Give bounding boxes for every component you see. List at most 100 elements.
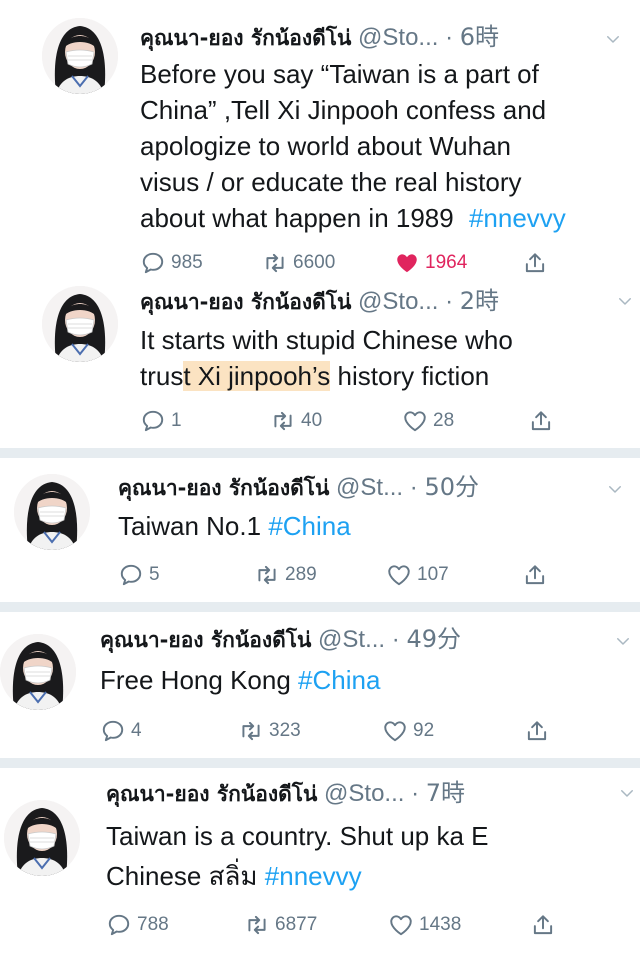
tweet-header: คุณนา-ยอง รักน้องดีโน่ @Sto... · 2時 bbox=[140, 286, 499, 317]
display-name[interactable]: คุณนา-ยอง รักน้องดีโน่ bbox=[118, 476, 329, 500]
reply-button[interactable]: 985 bbox=[140, 248, 203, 278]
avatar[interactable] bbox=[14, 474, 90, 550]
separator-dot: · bbox=[445, 24, 454, 51]
tweet-actions: 5 289 107 bbox=[118, 560, 558, 590]
retweet-icon bbox=[270, 408, 296, 434]
avatar[interactable] bbox=[0, 634, 76, 710]
user-handle[interactable]: @Sto... bbox=[358, 288, 438, 315]
share-icon bbox=[522, 250, 548, 276]
display-name[interactable]: คุณนา-ยอง รักน้องดีโน่ bbox=[140, 290, 351, 314]
user-handle[interactable]: @St... bbox=[318, 626, 385, 653]
hashtag-link[interactable]: #China bbox=[298, 665, 380, 695]
user-handle[interactable]: @Sto... bbox=[358, 24, 438, 51]
tweet[interactable]: คุณนา-ยอง รักน้องดีโน่ @Sto... · 6時 Befo… bbox=[0, 0, 640, 282]
share-icon bbox=[524, 718, 550, 744]
retweet-button[interactable]: 323 bbox=[238, 716, 301, 746]
reply-count: 985 bbox=[171, 252, 203, 273]
like-count: 28 bbox=[433, 410, 455, 431]
reply-button[interactable]: 1 bbox=[140, 406, 182, 436]
tweet-text: Taiwan No.1 #China bbox=[118, 508, 351, 544]
highlighted-text: t Xi jinpooh’s bbox=[183, 361, 331, 391]
hashtag-link[interactable]: #nnevvy bbox=[265, 861, 362, 891]
tweet[interactable]: คุณนา-ยอง รักน้องดีโน่ @St... · 49分 Free… bbox=[0, 612, 640, 758]
share-button[interactable] bbox=[524, 716, 555, 746]
retweet-count: 6877 bbox=[275, 914, 318, 935]
retweet-icon bbox=[254, 562, 280, 588]
reply-button[interactable]: 5 bbox=[118, 560, 160, 590]
tweet-text-line: apologize to world about Wuhan bbox=[140, 131, 511, 161]
retweet-button[interactable]: 6600 bbox=[262, 248, 335, 278]
timeline-divider bbox=[0, 758, 640, 768]
chevron-down-icon[interactable] bbox=[606, 480, 624, 498]
like-count: 92 bbox=[413, 720, 435, 741]
tweet-text-line: China” ,Tell Xi Jinpooh confess and bbox=[140, 95, 547, 125]
share-button[interactable] bbox=[522, 560, 553, 590]
user-handle[interactable]: @Sto... bbox=[324, 780, 404, 807]
reply-button[interactable]: 4 bbox=[100, 716, 142, 746]
tweet[interactable]: คุณนา-ยอง รักน้องดีโน่ @Sto... · 2時 It s… bbox=[0, 282, 640, 448]
tweet-header: คุณนา-ยอง รักน้องดีโน่ @St... · 49分 bbox=[100, 624, 461, 655]
timestamp[interactable]: 7時 bbox=[426, 779, 465, 807]
timeline-divider bbox=[0, 448, 640, 458]
tweet-header: คุณนา-ยอง รักน้องดีโน่ @Sto... · 7時 bbox=[106, 778, 465, 809]
retweet-button[interactable]: 40 bbox=[270, 406, 322, 436]
tweet-text-line: about what happen in 1989 #nnevvy bbox=[140, 200, 566, 236]
like-button[interactable]: 1964 bbox=[394, 248, 467, 278]
tweet-text: Free Hong Kong #China bbox=[100, 662, 380, 698]
like-button[interactable]: 28 bbox=[402, 406, 454, 436]
timestamp[interactable]: 50分 bbox=[424, 473, 479, 501]
heart-icon bbox=[382, 718, 408, 744]
tweet[interactable]: คุณนา-ยอง รักน้องดีโน่ @St... · 50分 Taiw… bbox=[0, 458, 640, 602]
retweet-icon bbox=[262, 250, 288, 276]
chevron-down-icon[interactable] bbox=[614, 632, 632, 650]
display-name[interactable]: คุณนา-ยอง รักน้องดีโน่ bbox=[106, 782, 317, 806]
like-button[interactable]: 1438 bbox=[388, 910, 461, 940]
timeline-divider bbox=[0, 602, 640, 612]
reply-icon bbox=[140, 250, 166, 276]
timestamp[interactable]: 6時 bbox=[460, 23, 499, 51]
retweet-count: 40 bbox=[301, 410, 323, 431]
hashtag-link[interactable]: #China bbox=[268, 511, 350, 541]
avatar[interactable] bbox=[4, 800, 80, 876]
separator-dot: · bbox=[391, 626, 400, 653]
like-button[interactable]: 92 bbox=[382, 716, 434, 746]
share-icon bbox=[528, 408, 554, 434]
avatar-image bbox=[14, 474, 90, 550]
reply-icon bbox=[100, 718, 126, 744]
like-button[interactable]: 107 bbox=[386, 560, 449, 590]
tweet-header: คุณนา-ยอง รักน้องดีโน่ @St... · 50分 bbox=[118, 472, 479, 503]
tweet-actions: 4 323 92 bbox=[100, 716, 560, 746]
share-button[interactable] bbox=[530, 910, 561, 940]
tweet[interactable]: คุณนา-ยอง รักน้องดีโน่ @Sto... · 7時 Taiw… bbox=[0, 768, 640, 960]
retweet-button[interactable]: 289 bbox=[254, 560, 317, 590]
hashtag-link[interactable]: #nnevvy bbox=[469, 203, 566, 233]
share-button[interactable] bbox=[528, 406, 559, 436]
tweet-text: Taiwan is a country. Shut up ka E Chines… bbox=[106, 816, 489, 896]
chevron-down-icon[interactable] bbox=[604, 30, 622, 48]
retweet-count: 289 bbox=[285, 564, 317, 585]
separator-dot: · bbox=[409, 474, 418, 501]
avatar[interactable] bbox=[42, 286, 118, 362]
avatar-image bbox=[4, 800, 80, 876]
display-name[interactable]: คุณนา-ยอง รักน้องดีโน่ bbox=[140, 26, 351, 50]
like-count: 1438 bbox=[419, 914, 462, 935]
reply-count: 1 bbox=[171, 410, 182, 431]
reply-button[interactable]: 788 bbox=[106, 910, 169, 940]
avatar[interactable] bbox=[42, 18, 118, 94]
timestamp[interactable]: 2時 bbox=[460, 287, 499, 315]
reply-icon bbox=[140, 408, 166, 434]
timestamp[interactable]: 49分 bbox=[406, 625, 461, 653]
retweet-button[interactable]: 6877 bbox=[244, 910, 317, 940]
avatar-image bbox=[0, 634, 76, 710]
chevron-down-icon[interactable] bbox=[618, 784, 636, 802]
chevron-down-icon[interactable] bbox=[616, 292, 634, 310]
heart-filled-icon bbox=[394, 250, 420, 276]
reply-icon bbox=[106, 912, 132, 938]
tweet-actions: 1 40 28 bbox=[140, 406, 560, 436]
tweet-text-segment: about what happen in 1989 bbox=[140, 203, 454, 233]
user-handle[interactable]: @St... bbox=[336, 474, 403, 501]
share-button[interactable] bbox=[522, 248, 553, 278]
share-icon bbox=[530, 912, 556, 938]
tweet-actions: 788 6877 1438 bbox=[106, 910, 566, 940]
display-name[interactable]: คุณนา-ยอง รักน้องดีโน่ bbox=[100, 628, 311, 652]
